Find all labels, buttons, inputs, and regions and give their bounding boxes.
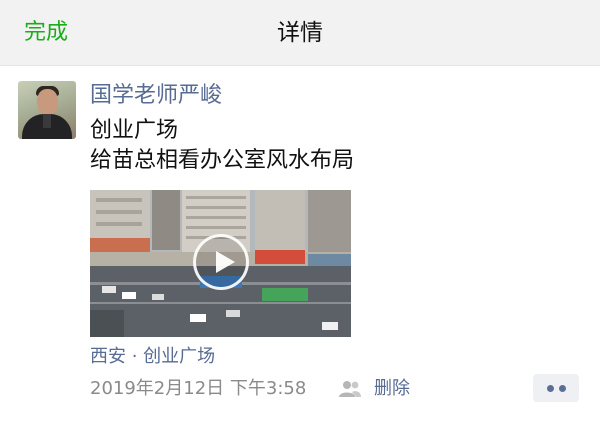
avatar[interactable] bbox=[18, 81, 76, 139]
navigation-bar: 完成 详情 bbox=[0, 0, 600, 66]
play-icon[interactable] bbox=[193, 234, 249, 290]
video-thumbnail[interactable] bbox=[90, 190, 351, 337]
timestamp: 2019年2月12日 下午3:58 bbox=[90, 378, 307, 399]
page-title: 详情 bbox=[277, 20, 323, 46]
location-label[interactable]: 西安 · 创业广场 bbox=[90, 344, 215, 370]
post-text-line: 给苗总相看办公室风水布局 bbox=[90, 148, 355, 173]
people-icon bbox=[339, 381, 361, 397]
delete-button[interactable]: 删除 bbox=[374, 376, 410, 402]
more-dots-icon[interactable] bbox=[533, 374, 579, 402]
post-text-line: 创业广场 bbox=[90, 118, 179, 143]
author-name[interactable]: 国学老师严峻 bbox=[90, 80, 222, 112]
post-content: 创业广场 给苗总相看办公室风水布局 bbox=[90, 116, 354, 176]
